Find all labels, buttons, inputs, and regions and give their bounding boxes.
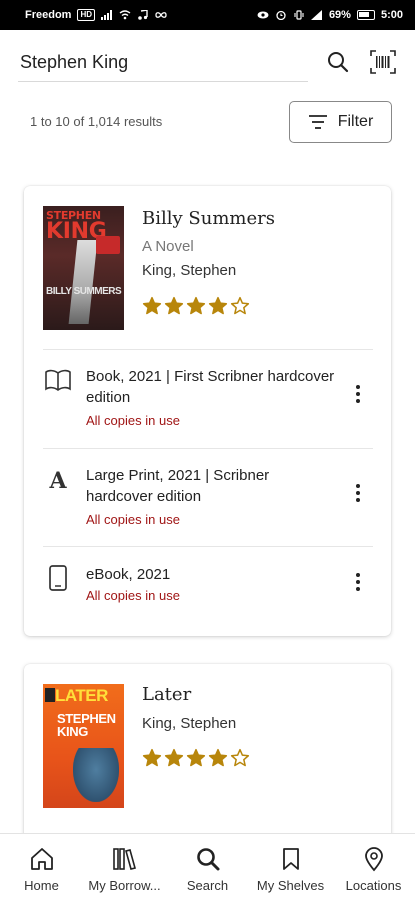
more-options-button[interactable] — [344, 568, 372, 596]
large-print-icon: A — [49, 468, 67, 494]
kebab-menu-icon — [356, 573, 360, 591]
search-icon — [196, 848, 219, 871]
cover-sticker — [96, 236, 120, 254]
format-item[interactable]: Book, 2021 | First Scribner hardcover ed… — [24, 366, 391, 446]
book-cover[interactable]: LATER STEPHEN KING — [43, 684, 124, 808]
barcode-scan-button[interactable] — [365, 44, 401, 80]
star-filled-icon — [186, 748, 206, 767]
divider — [43, 546, 373, 547]
star-filled-icon — [186, 296, 206, 315]
format-label: Large Print, 2021 | Scribner hardcover e… — [86, 467, 270, 505]
status-right: 69% 5:00 — [257, 9, 403, 21]
home-icon — [30, 848, 53, 870]
result-card[interactable]: LATER STEPHEN KING Later King, Stephen — [24, 664, 391, 844]
availability-status: All copies in use — [86, 588, 180, 603]
divider — [43, 349, 373, 350]
cover-art — [68, 240, 98, 324]
star-filled-icon — [164, 296, 184, 315]
status-bar: Freedom HD 69% 5:00 — [0, 0, 415, 30]
book-cover[interactable]: STEPHEN KING BILLY SUMMERS — [43, 206, 124, 330]
star-filled-icon — [208, 748, 228, 767]
nav-my-borrowing[interactable]: My Borrow... — [83, 834, 166, 900]
cover-title: BILLY SUMMERS — [46, 286, 122, 297]
wifi-icon — [119, 10, 131, 20]
nav-locations[interactable]: Locations — [332, 834, 415, 900]
status-left: Freedom HD — [25, 9, 167, 21]
star-filled-icon — [142, 748, 162, 767]
signal-icon — [101, 10, 113, 20]
cover-title: LATER — [55, 686, 108, 705]
eye-icon — [257, 11, 269, 19]
book-title[interactable]: Later — [142, 684, 191, 705]
bookmark-icon — [282, 848, 299, 870]
star-rating — [142, 296, 250, 316]
book-title[interactable]: Billy Summers — [142, 208, 275, 229]
vibrate-icon — [294, 10, 304, 20]
format-item[interactable]: A Large Print, 2021 | Scribner hardcover… — [24, 465, 391, 545]
bottom-navigation: Home My Borrow... Search My Shelves Loca… — [0, 833, 415, 900]
filter-icon — [308, 115, 327, 129]
barcode-icon — [370, 50, 396, 74]
star-empty-icon — [230, 748, 250, 767]
cover-author: STEPHEN KING — [57, 711, 116, 739]
star-empty-icon — [230, 296, 250, 315]
location-pin-icon — [364, 847, 383, 872]
format-item[interactable]: eBook, 2021 All copies in use — [24, 564, 391, 624]
format-label: Book, 2021 | First Scribner hardcover ed… — [86, 368, 335, 406]
library-icon — [112, 848, 136, 870]
alarm-icon — [276, 10, 286, 20]
star-filled-icon — [142, 296, 162, 315]
format-label: eBook, 2021 — [86, 566, 171, 583]
search-button[interactable] — [320, 44, 356, 80]
kebab-menu-icon — [356, 385, 360, 403]
availability-status: All copies in use — [86, 512, 180, 527]
nav-my-shelves[interactable]: My Shelves — [249, 834, 332, 900]
book-icon — [44, 366, 72, 394]
result-card[interactable]: STEPHEN KING BILLY SUMMERS Billy Summers… — [24, 186, 391, 636]
search-input[interactable] — [18, 44, 308, 82]
search-icon — [328, 52, 349, 73]
hd-badge: HD — [77, 9, 96, 21]
carrier-name: Freedom — [25, 9, 72, 21]
filter-label: Filter — [337, 113, 374, 130]
results-count: 1 to 10 of 1,014 results — [30, 114, 163, 129]
cell-signal-icon — [310, 10, 322, 20]
nav-label: My Shelves — [256, 878, 325, 893]
divider — [43, 448, 373, 449]
book-author[interactable]: King, Stephen — [142, 715, 236, 732]
nav-home[interactable]: Home — [0, 834, 83, 900]
nav-label: Locations — [345, 878, 402, 893]
cover-logo — [45, 688, 55, 702]
nav-label: Search — [186, 878, 229, 893]
star-rating — [142, 748, 250, 768]
book-author[interactable]: King, Stephen — [142, 262, 236, 279]
star-filled-icon — [208, 296, 228, 315]
music-icon — [138, 10, 148, 20]
infinity-icon — [155, 12, 167, 18]
nav-search[interactable]: Search — [166, 834, 249, 900]
ebook-icon — [44, 564, 72, 592]
nav-label: My Borrow... — [88, 878, 161, 893]
battery-percent: 69% — [328, 9, 351, 21]
more-options-button[interactable] — [344, 380, 372, 408]
cover-art — [73, 748, 119, 802]
availability-status: All copies in use — [86, 413, 180, 428]
battery-icon — [356, 10, 375, 20]
kebab-menu-icon — [356, 484, 360, 502]
filter-button[interactable]: Filter — [289, 101, 392, 143]
clock: 5:00 — [380, 9, 403, 21]
book-subtitle: A Novel — [142, 238, 194, 255]
star-filled-icon — [164, 748, 184, 767]
more-options-button[interactable] — [344, 479, 372, 507]
nav-label: Home — [24, 878, 59, 893]
